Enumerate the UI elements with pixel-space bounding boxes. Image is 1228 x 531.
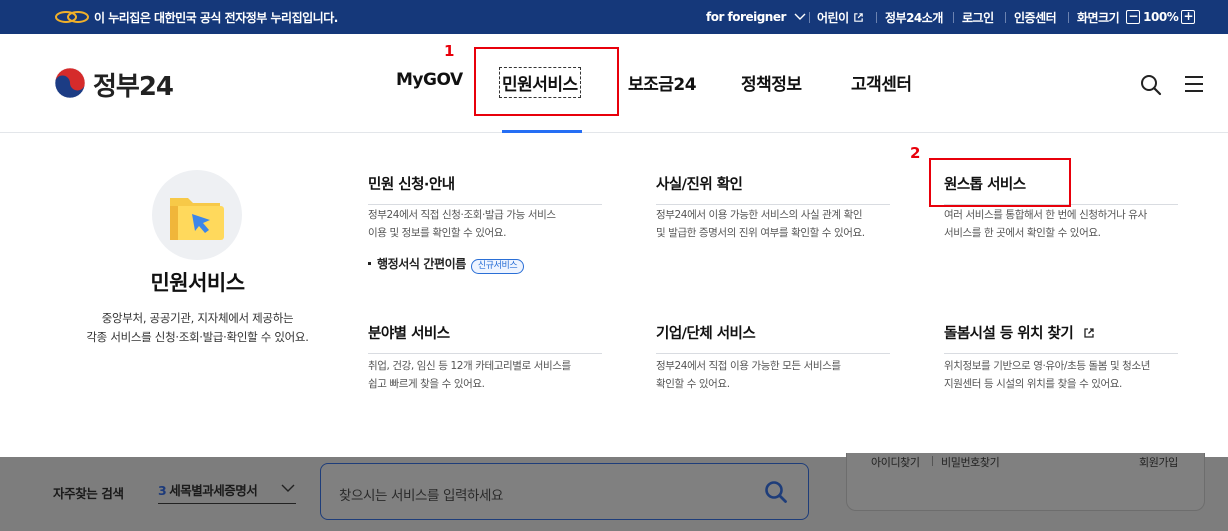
desc-line: 정부24에서 직접 이용 가능한 모든 서비스를	[656, 360, 841, 372]
hamburger-menu-icon[interactable]	[1184, 74, 1204, 94]
frequent-search-label: 자주찾는 검색	[53, 486, 124, 501]
annotation-box-1	[474, 47, 619, 116]
menu-onestop-service-desc: 여러 서비스를 통합해서 한 번에 신청하거나 유사 서비스를 한 곳에서 확인…	[944, 206, 1184, 242]
desc-line: 및 발급한 증명서의 진위 여부를 확인할 수 있어요.	[656, 227, 865, 239]
intro-title: 민원서비스	[150, 271, 245, 295]
zoom-out-button[interactable]: −	[1126, 10, 1141, 24]
annotation-number-1: 1	[444, 42, 455, 60]
signup-link[interactable]: 회원가입	[1139, 454, 1178, 470]
find-id-link[interactable]: 아이디찾기	[871, 454, 920, 470]
nav-subsidy24[interactable]: 보조금24	[628, 70, 697, 95]
screen-size-control: 화면크기 − 100% +	[1077, 0, 1196, 34]
frequent-rank: 3	[158, 483, 167, 498]
search-icon[interactable]	[764, 480, 788, 504]
cert-center-label: 인증센터	[1014, 10, 1057, 25]
gov-banner: 이 누리집은 대한민국 공식 전자정부 누리집입니다. for foreigne…	[0, 0, 1228, 34]
service-search-input[interactable]: 찾으시는 서비스를 입력하세요	[320, 463, 809, 520]
menu-civil-application[interactable]: 민원 신청·안내	[368, 173, 602, 205]
annotation-number-2: 2	[910, 144, 921, 162]
menu-category-services[interactable]: 분야별 서비스	[368, 322, 602, 354]
desc-line: 위치정보를 기반으로 영·유아/초등 돌봄 및 청소년	[944, 360, 1150, 372]
chevron-down-icon	[794, 13, 806, 20]
taegeuk-logo-icon[interactable]	[54, 67, 86, 99]
screen-size-label: 화면크기	[1077, 10, 1120, 25]
desc-line: 이용 및 정보를 확인할 수 있어요.	[368, 227, 507, 239]
folder-cursor-icon	[170, 198, 224, 240]
menu-business-services-desc: 정부24에서 직접 이용 가능한 모든 서비스를 확인할 수 있어요.	[656, 357, 896, 393]
desc-line: 서비스를 한 곳에서 확인할 수 있어요.	[944, 227, 1101, 239]
menu-fact-verification-desc: 정부24에서 이용 가능한 서비스의 사실 관계 확인 및 발급한 증명서의 진…	[656, 206, 896, 242]
zoom-level: 100%	[1143, 10, 1179, 24]
egov-logo-icon	[55, 11, 89, 23]
frequent-search-select[interactable]: 3 세목별과세증명서	[158, 480, 296, 504]
foreigner-link[interactable]: for foreigner	[706, 0, 806, 34]
kids-label: 어린이	[817, 10, 849, 25]
desc-line: 정부24에서 직접 신청·조회·발급 가능 서비스	[368, 209, 556, 221]
admin-form-easy-link[interactable]: 행정서식 간편이름 신규서비스	[368, 255, 525, 274]
login-link[interactable]: 로그인	[962, 0, 994, 34]
divider	[953, 12, 954, 23]
search-placeholder: 찾으시는 서비스를 입력하세요	[339, 488, 504, 504]
frequent-value: 세목별과세증명서	[169, 483, 258, 498]
search-icon[interactable]	[1139, 73, 1163, 97]
menu-fact-verification[interactable]: 사실/진위 확인	[656, 173, 890, 205]
divider	[932, 456, 933, 466]
menu-care-facility-finder-desc: 위치정보를 기반으로 영·유아/초등 돌봄 및 청소년 지원센터 등 시설의 위…	[944, 357, 1184, 393]
intro-desc-line: 각종 서비스를 신청·조회·발급·확인할 수 있어요.	[86, 330, 309, 344]
desc-line: 쉽고 빠르게 찾을 수 있어요.	[368, 378, 485, 390]
logo-text[interactable]: 정부24	[93, 66, 174, 103]
menu-business-services[interactable]: 기업/단체 서비스	[656, 322, 890, 354]
intro-illustration	[152, 170, 242, 260]
find-password-link[interactable]: 비밀번호찾기	[941, 454, 1000, 470]
divider	[876, 12, 877, 23]
intro-desc-line: 중앙부처, 공공기관, 지자체에서 제공하는	[101, 311, 294, 325]
nav-policy-info[interactable]: 정책정보	[741, 70, 802, 95]
dimmed-page-background: 자주찾는 검색 3 세목별과세증명서 찾으시는 서비스를 입력하세요 아이디찾기 …	[0, 453, 1228, 531]
login-label: 로그인	[962, 10, 994, 25]
admin-form-easy-label: 행정서식 간편이름	[377, 257, 466, 271]
external-link-icon	[853, 12, 863, 22]
annotation-box-2	[929, 158, 1071, 207]
divider	[809, 12, 810, 23]
cert-center-link[interactable]: 인증센터	[1014, 0, 1057, 34]
care-facility-label: 돌봄시설 등 위치 찾기	[944, 326, 1074, 342]
foreigner-label: for foreigner	[706, 10, 786, 24]
desc-line: 정부24에서 이용 가능한 서비스의 사실 관계 확인	[656, 209, 863, 221]
desc-line: 여러 서비스를 통합해서 한 번에 신청하거나 유사	[944, 209, 1147, 221]
official-site-notice[interactable]: 이 누리집은 대한민국 공식 전자정부 누리집입니다.	[94, 9, 338, 26]
login-panel: 아이디찾기 비밀번호찾기 회원가입	[846, 453, 1205, 511]
gov24-intro-link[interactable]: 정부24소개	[885, 0, 943, 34]
menu-civil-application-desc: 정부24에서 직접 신청·조회·발급 가능 서비스 이용 및 정보를 확인할 수…	[368, 206, 608, 242]
nav-customer-center[interactable]: 고객센터	[851, 70, 912, 95]
new-service-badge: 신규서비스	[470, 259, 525, 274]
desc-line: 취업, 건강, 임신 등 12개 카테고리별로 서비스를	[368, 360, 571, 372]
nav-mygov[interactable]: MyGOV	[396, 70, 463, 90]
external-link-icon	[1084, 328, 1094, 338]
divider	[1005, 12, 1006, 23]
menu-category-services-desc: 취업, 건강, 임신 등 12개 카테고리별로 서비스를 쉽고 빠르게 찾을 수…	[368, 357, 608, 393]
desc-line: 확인할 수 있어요.	[656, 378, 730, 390]
kids-link[interactable]: 어린이	[817, 0, 864, 34]
zoom-in-button[interactable]: +	[1181, 10, 1196, 24]
chevron-down-icon[interactable]	[281, 484, 295, 493]
intro-description: 중앙부처, 공공기관, 지자체에서 제공하는 각종 서비스를 신청·조회·발급·…	[0, 309, 395, 347]
desc-line: 지원센터 등 시설의 위치를 찾을 수 있어요.	[944, 378, 1122, 390]
bullet	[368, 262, 371, 265]
gov24-intro-label: 정부24소개	[885, 10, 943, 25]
divider	[1068, 12, 1069, 23]
menu-care-facility-finder[interactable]: 돌봄시설 등 위치 찾기	[944, 322, 1178, 354]
